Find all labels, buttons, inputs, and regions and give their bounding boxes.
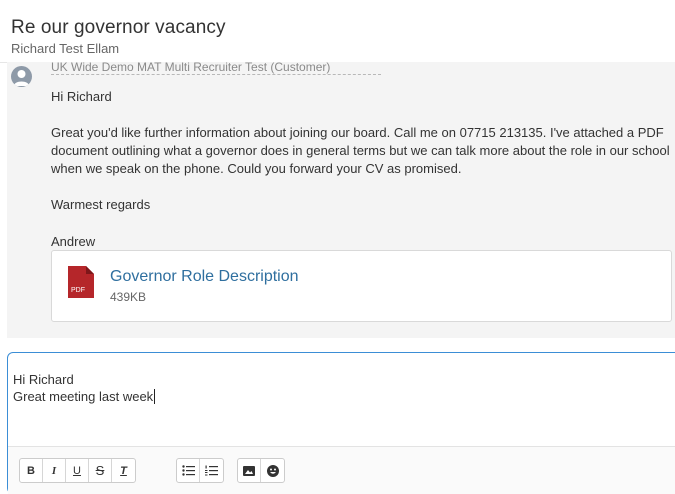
message-author: Andrew (51, 234, 96, 249)
message-sender[interactable]: UK Wide Demo MAT Multi Recruiter Test (C… (51, 62, 381, 75)
underline-icon: U (73, 464, 81, 477)
pdf-icon: PDF (68, 266, 94, 303)
message-signoff: Warmest regards (51, 197, 151, 212)
emoji-icon (266, 464, 279, 477)
bold-button[interactable]: B (20, 459, 43, 482)
image-icon (243, 465, 255, 476)
message-thread[interactable]: UK Wide Demo MAT Multi Recruiter Test (C… (7, 62, 675, 338)
list-group (176, 458, 224, 483)
avatar (11, 66, 32, 87)
bullet-list-icon (181, 465, 195, 476)
text-caret (154, 389, 156, 404)
compose-line: Great meeting last week (13, 389, 154, 404)
bold-icon: B (27, 464, 35, 477)
insert-group (237, 458, 285, 483)
insert-image-button[interactable] (238, 459, 261, 482)
message-body: Great you'd like further information abo… (51, 125, 670, 176)
numbered-list-icon (205, 465, 218, 476)
attachment-card[interactable]: PDF Governor Role Description 439KB (51, 250, 672, 322)
clear-format-button[interactable]: T (112, 459, 135, 482)
divider (0, 338, 675, 352)
underline-button[interactable]: U (66, 459, 89, 482)
clear-format-icon: T (120, 464, 127, 477)
italic-icon: I (51, 464, 57, 477)
italic-button[interactable]: I (43, 459, 66, 482)
formatting-toolbar: B I U S T (8, 446, 675, 494)
strikethrough-button[interactable]: S (89, 459, 112, 482)
text-style-group: B I U S T (19, 458, 136, 483)
pdf-type-label: PDF (71, 287, 85, 294)
emoji-button[interactable] (261, 459, 284, 482)
numbered-list-button[interactable] (200, 459, 223, 482)
compose-editor[interactable]: Hi Richard Great meeting last week (13, 371, 156, 405)
attachment-size: 439KB (110, 290, 147, 304)
recipient-name: Richard Test Ellam (11, 41, 120, 56)
compose-line-with-caret: Great meeting last week (13, 388, 156, 405)
attachment-link[interactable]: Governor Role Description (110, 268, 299, 286)
strikethrough-icon: S (95, 463, 105, 478)
message-greeting: Hi Richard (51, 89, 112, 104)
bullet-list-button[interactable] (177, 459, 200, 482)
user-icon (14, 70, 29, 86)
compose-box[interactable]: Hi Richard Great meeting last week B I U… (7, 352, 675, 494)
compose-line: Hi Richard (13, 372, 74, 387)
page-title: Re our governor vacancy (11, 17, 226, 38)
conversation-header: Re our governor vacancy Richard Test Ell… (0, 0, 675, 63)
